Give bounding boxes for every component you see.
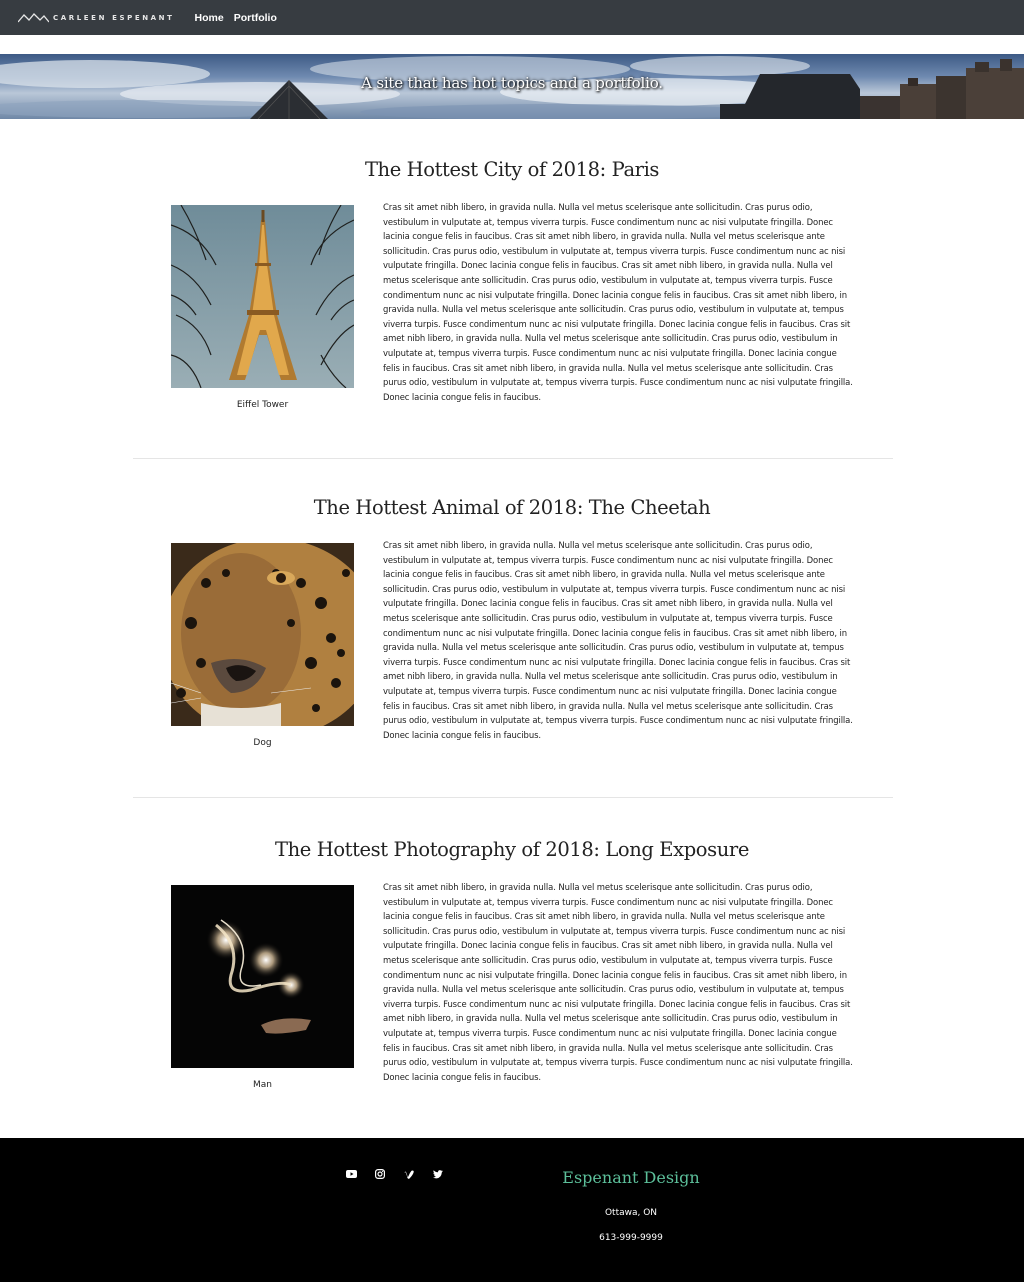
footer-phone: 613-999-9999 (599, 1233, 663, 1243)
article-figure: Eiffel Tower (171, 205, 354, 410)
photo-caption: Man (253, 1080, 272, 1090)
footer-city: Ottawa, ON (604, 1208, 658, 1218)
article-body: Cras sit amet nibh libero, in gravida nu… (383, 882, 853, 1082)
nav-link-home[interactable]: Home (195, 12, 224, 24)
article-figure: Dog (171, 543, 354, 748)
section-divider (133, 797, 893, 798)
article-figure: Man (171, 885, 354, 1090)
twitter-icon[interactable] (432, 1168, 444, 1180)
nav-links: Home Portfolio (195, 12, 287, 24)
photo-caption: Dog (253, 738, 272, 748)
page-footer: Espenant Design Ottawa, ON 613-999-9999 (0, 1138, 1024, 1282)
vimeo-icon[interactable] (403, 1168, 415, 1180)
social-links (345, 1168, 461, 1180)
article-title: The Hottest Photography of 2018: Long Ex… (275, 838, 749, 861)
top-navbar: CARLEEN ESPENANT Home Portfolio (0, 0, 1024, 35)
cheetah-photo (171, 543, 354, 726)
eiffel-tower-photo (171, 205, 354, 388)
article-title: The Hottest Animal of 2018: The Cheetah (313, 496, 711, 519)
hero-banner: A site that has hot topics and a portfol… (0, 54, 1024, 119)
hero-tagline: A site that has hot topics and a portfol… (361, 74, 663, 92)
brand-name: CARLEEN ESPENANT (53, 13, 175, 22)
article-title: The Hottest City of 2018: Paris (364, 158, 660, 181)
section-divider (133, 458, 893, 459)
photo-caption: Eiffel Tower (236, 400, 289, 410)
long-exposure-photo (171, 885, 354, 1068)
nav-link-portfolio[interactable]: Portfolio (234, 12, 277, 24)
mountain-logo-icon (18, 12, 49, 22)
article-body: Cras sit amet nibh libero, in gravida nu… (383, 540, 853, 740)
brand-logo-link[interactable]: CARLEEN ESPENANT (18, 12, 175, 23)
article-body: Cras sit amet nibh libero, in gravida nu… (383, 202, 853, 402)
footer-company-name: Espenant Design (562, 1168, 700, 1187)
instagram-icon[interactable] (374, 1168, 386, 1180)
youtube-icon[interactable] (345, 1168, 357, 1180)
